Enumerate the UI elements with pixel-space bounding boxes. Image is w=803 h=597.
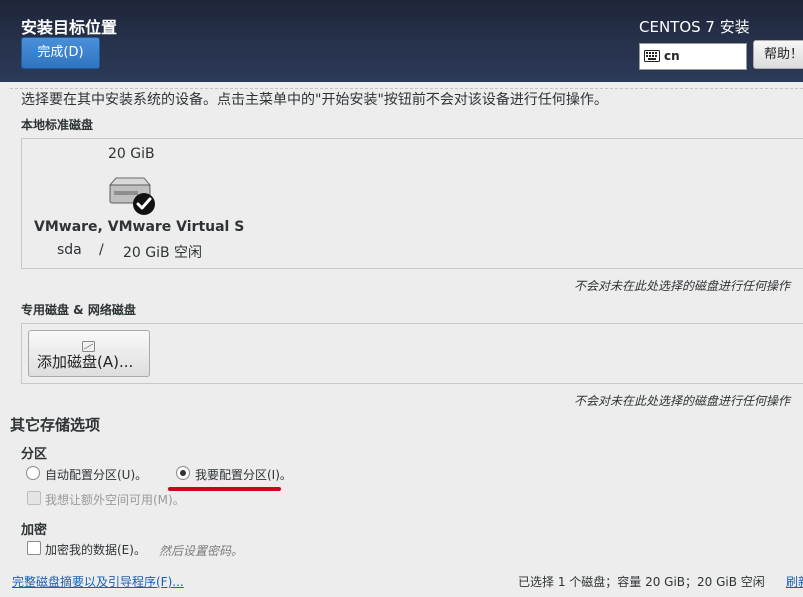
special-disks-label: 专用磁盘 & 网络磁盘 bbox=[21, 303, 136, 317]
instruction-text: 选择要在其中安装系统的设备。点击主菜单中的"开始安装"按钮前不会对该设备进行任何… bbox=[21, 92, 608, 108]
manual-partition-label[interactable]: 我要配置分区(I)。 bbox=[195, 466, 292, 483]
other-options-heading: 其它存储选项 bbox=[10, 416, 101, 434]
selection-status: 已选择 1 个磁盘；容量 20 GiB；20 GiB 空闲 bbox=[518, 575, 765, 589]
keyboard-icon bbox=[644, 50, 660, 65]
encryption-label: 加密 bbox=[21, 523, 48, 538]
help-button[interactable]: 帮助！ bbox=[753, 40, 803, 69]
add-disk-button[interactable]: 添加磁盘(A)... bbox=[28, 330, 150, 377]
local-disks-label: 本地标准磁盘 bbox=[21, 118, 94, 132]
extra-space-label: 我想让额外空间可用(M)。 bbox=[45, 493, 185, 507]
encrypt-label[interactable]: 加密我的数据(E)。 bbox=[45, 541, 146, 558]
disk-separator: / bbox=[99, 242, 104, 258]
disk-size: 20 GiB bbox=[108, 146, 155, 162]
encrypt-checkbox[interactable] bbox=[27, 541, 41, 555]
disk-summary-link[interactable]: 完整磁盘摘要以及引导程序(F)... bbox=[12, 573, 184, 590]
disk-free-space: 20 GiB 空闲 bbox=[123, 245, 203, 261]
keyboard-layout-indicator[interactable]: cn bbox=[639, 43, 747, 70]
keyboard-layout-label: cn bbox=[664, 49, 680, 63]
auto-partition-label[interactable]: 自动配置分区(U)。 bbox=[45, 466, 147, 483]
done-button[interactable]: 完成(D) bbox=[21, 37, 100, 69]
local-disks-note: 不会对未在此处选择的磁盘进行任何操作 bbox=[574, 279, 791, 293]
disk-name: VMware, VMware Virtual S bbox=[34, 219, 245, 235]
page-title: 安装目标位置 bbox=[21, 18, 118, 37]
disk-device: sda bbox=[57, 242, 82, 258]
partitioning-label: 分区 bbox=[21, 447, 48, 462]
auto-partition-radio[interactable] bbox=[26, 466, 40, 480]
encrypt-hint: 然后设置密码。 bbox=[159, 544, 244, 558]
annotation-underline bbox=[168, 487, 281, 491]
extra-space-checkbox bbox=[27, 491, 41, 505]
special-disks-note: 不会对未在此处选择的磁盘进行任何操作 bbox=[574, 394, 791, 408]
add-disk-label: 添加磁盘(A)... bbox=[37, 353, 134, 371]
hard-disk-icon bbox=[106, 175, 156, 221]
header-bar: 安装目标位置 完成(D) CENTOS 7 安装 cn 帮助！ bbox=[0, 0, 803, 82]
manual-partition-radio[interactable] bbox=[176, 466, 190, 480]
refresh-link[interactable]: 刷新 bbox=[786, 573, 803, 590]
product-title: CENTOS 7 安装 bbox=[639, 18, 750, 36]
